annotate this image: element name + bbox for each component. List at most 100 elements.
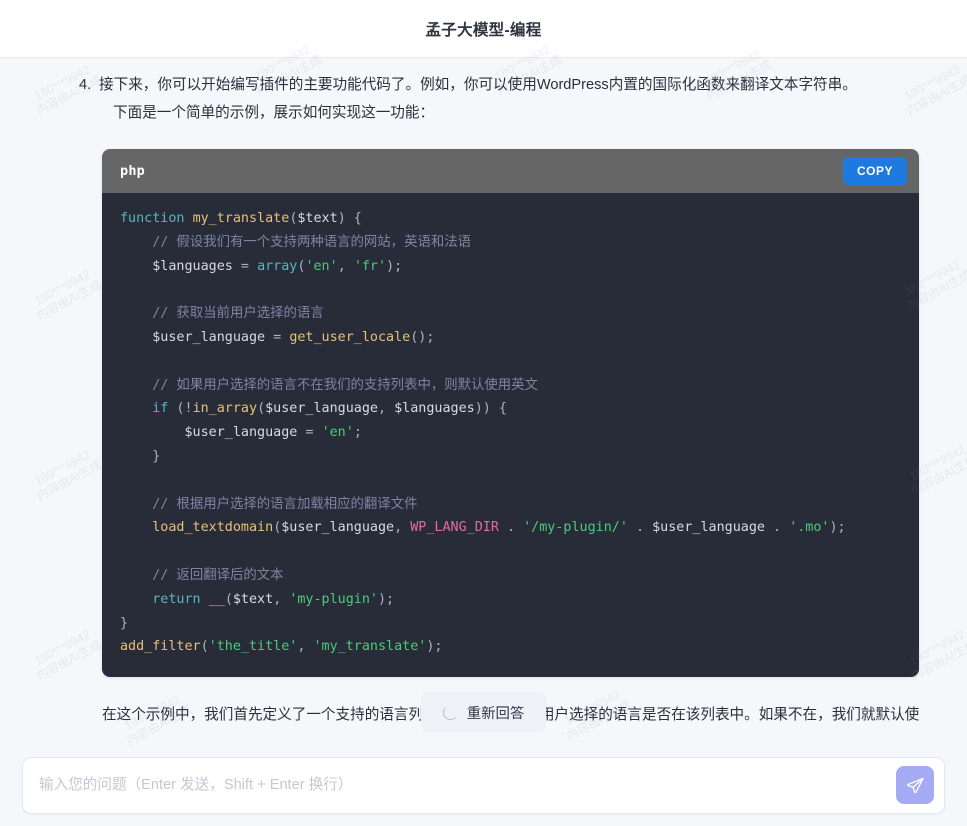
assistant-message: 4. 接下来，你可以开始编写插件的主要功能代码了。例如，你可以使用WordPre… bbox=[0, 59, 967, 729]
code-token: $text bbox=[297, 211, 338, 226]
message-input[interactable] bbox=[39, 757, 896, 813]
code-token: 'en' bbox=[321, 425, 354, 441]
code-token: . bbox=[498, 520, 524, 536]
code-token: // 假设我们有一个支持两种语言的网站，英语和法语 bbox=[120, 234, 472, 250]
code-token: '/my-plugin/' bbox=[523, 520, 628, 536]
code-token: array bbox=[257, 258, 298, 274]
code-token: $user_language bbox=[265, 401, 378, 417]
spinner-icon bbox=[442, 704, 458, 720]
send-button[interactable] bbox=[896, 766, 934, 804]
code-line: $user_language = 'en'; bbox=[102, 421, 919, 445]
code-block: php COPY function my_translate($text) { … bbox=[102, 149, 919, 678]
code-token: . bbox=[765, 520, 790, 536]
code-token: my_translate bbox=[192, 211, 290, 226]
code-line: $user_language = get_user_locale(); bbox=[102, 326, 919, 350]
code-language-label: php bbox=[120, 163, 145, 179]
code-token: ); bbox=[386, 258, 403, 274]
regenerate-label: 重新回答 bbox=[466, 705, 525, 722]
code-token: = bbox=[297, 425, 322, 441]
code-token: , bbox=[297, 639, 314, 655]
instruction-paragraph: 4. 接下来，你可以开始编写插件的主要功能代码了。例如，你可以使用WordPre… bbox=[79, 59, 943, 127]
code-token: in_array bbox=[192, 401, 258, 417]
code-token: ; bbox=[353, 425, 362, 441]
code-token: // 如果用户选择的语言不在我们的支持列表中，则默认使用英文 bbox=[120, 377, 538, 393]
code-token: ) { bbox=[337, 211, 362, 226]
code-token: ( bbox=[257, 401, 266, 417]
paragraph-line-2: 下面是一个简单的示例，展示如何实现这一功能： bbox=[113, 105, 435, 121]
composer-box[interactable] bbox=[22, 756, 945, 814]
code-token: (! bbox=[168, 401, 193, 417]
code-token: WP_LANG_DIR bbox=[410, 520, 499, 536]
code-token: ); bbox=[426, 639, 443, 655]
code-content[interactable]: function my_translate($text) { // 假设我们有一… bbox=[102, 193, 919, 678]
code-token: $user_language bbox=[652, 520, 765, 536]
code-line: // 如果用户选择的语言不在我们的支持列表中，则默认使用英文 bbox=[102, 374, 919, 398]
conversation-area: 4. 接下来，你可以开始编写插件的主要功能代码了。例如，你可以使用WordPre… bbox=[0, 59, 967, 744]
page-title: 孟子大模型-编程 bbox=[425, 21, 542, 39]
code-token: load_textdomain bbox=[120, 520, 274, 536]
code-token: $user_language bbox=[281, 520, 395, 536]
code-token: )) { bbox=[474, 401, 507, 417]
code-line: // 返回翻译后的文本 bbox=[102, 564, 919, 588]
send-plane-icon bbox=[906, 777, 924, 793]
code-line: } bbox=[102, 445, 919, 469]
code-line: // 假设我们有一个支持两种语言的网站，英语和法语 bbox=[102, 231, 919, 255]
code-block-header: php COPY bbox=[102, 149, 919, 193]
code-token: __ bbox=[208, 591, 225, 607]
code-token: = bbox=[232, 258, 258, 274]
code-token: $user_language bbox=[120, 329, 266, 345]
copy-button[interactable]: COPY bbox=[842, 157, 907, 185]
code-token: ( bbox=[224, 591, 233, 607]
code-line: } bbox=[102, 612, 919, 636]
code-token: if bbox=[120, 401, 169, 417]
code-token: . bbox=[627, 520, 653, 536]
code-line: add_filter('the_title', 'my_translate'); bbox=[102, 635, 919, 659]
code-token: = bbox=[265, 329, 290, 345]
code-token: // 返回翻译后的文本 bbox=[120, 567, 284, 583]
code-token: $user_language bbox=[120, 425, 298, 441]
code-line: load_textdomain($user_language, WP_LANG_… bbox=[102, 516, 919, 540]
code-token: ); bbox=[829, 520, 846, 536]
code-line: function my_translate($text) { bbox=[102, 207, 919, 231]
code-line: // 根据用户选择的语言加载相应的翻译文件 bbox=[102, 493, 919, 517]
code-token: , bbox=[273, 591, 290, 607]
code-token: add_filter bbox=[120, 639, 201, 655]
code-token: function bbox=[120, 211, 193, 226]
code-token: 'the_title' bbox=[208, 639, 298, 655]
code-token: // 获取当前用户选择的语言 bbox=[120, 306, 324, 322]
code-line: if (!in_array($user_language, $languages… bbox=[102, 397, 919, 421]
code-token: $text bbox=[232, 591, 274, 607]
code-token: 'en' bbox=[305, 258, 338, 274]
code-token: , bbox=[378, 401, 395, 417]
paragraph-line-1: 接下来，你可以开始编写插件的主要功能代码了。例如，你可以使用WordPress内… bbox=[99, 77, 857, 93]
code-token: 'my-plugin' bbox=[289, 591, 378, 607]
code-token: ); bbox=[378, 591, 395, 607]
code-token: return bbox=[120, 591, 201, 607]
code-token: $languages bbox=[394, 401, 475, 417]
code-token: $languages bbox=[120, 258, 233, 274]
code-token: } bbox=[120, 615, 129, 631]
paragraph-body: 接下来，你可以开始编写插件的主要功能代码了。例如，你可以使用WordPress内… bbox=[99, 71, 943, 127]
code-token: '.mo' bbox=[789, 520, 830, 536]
code-token: , bbox=[394, 520, 411, 536]
regenerate-button[interactable]: 重新回答 bbox=[420, 692, 547, 732]
code-line: // 获取当前用户选择的语言 bbox=[102, 302, 919, 326]
list-marker: 4. bbox=[79, 77, 92, 93]
code-line: $languages = array('en', 'fr'); bbox=[102, 255, 919, 279]
code-token: ( bbox=[200, 639, 209, 655]
code-line: return __($text, 'my-plugin'); bbox=[102, 588, 919, 612]
code-token: 'fr' bbox=[353, 258, 387, 274]
code-token: (); bbox=[410, 329, 435, 345]
code-token: 'my_translate' bbox=[313, 639, 427, 655]
code-token: , bbox=[337, 258, 354, 274]
code-token: } bbox=[120, 448, 161, 464]
code-token: get_user_locale bbox=[289, 329, 411, 345]
composer bbox=[0, 744, 967, 826]
app-header: 孟子大模型-编程 bbox=[0, 0, 967, 58]
code-token: // 根据用户选择的语言加载相应的翻译文件 bbox=[120, 496, 418, 512]
